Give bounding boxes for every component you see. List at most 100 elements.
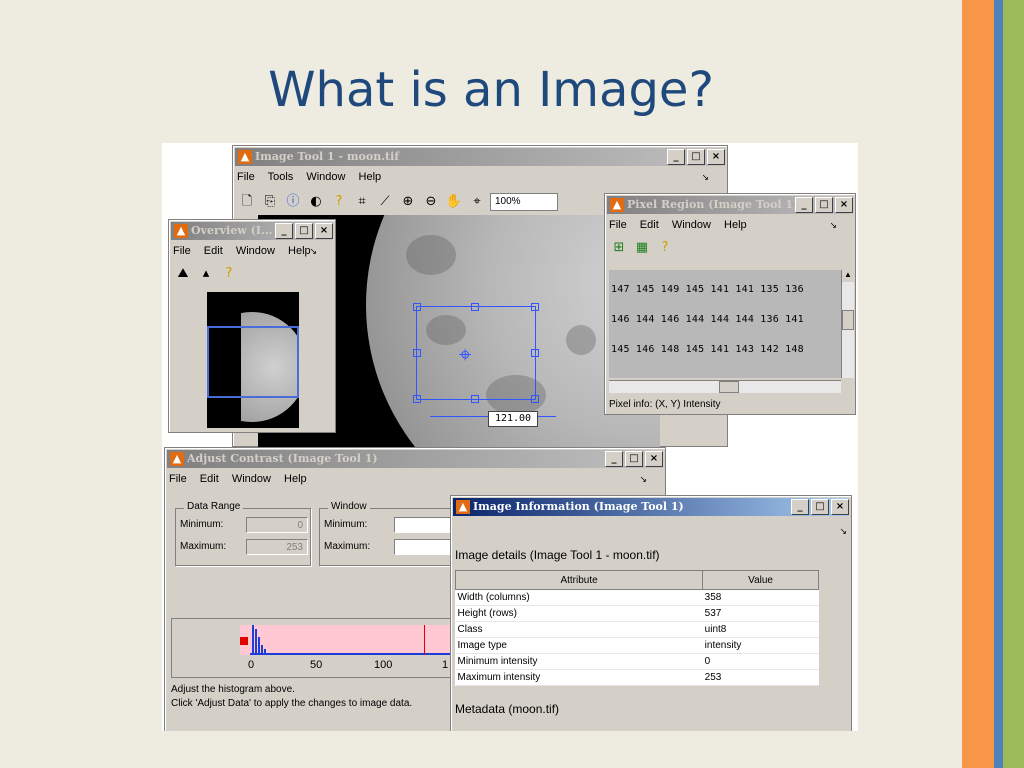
roi-handle[interactable] <box>531 303 539 311</box>
roi-handle[interactable] <box>413 395 421 403</box>
maximize-button[interactable]: □ <box>687 149 705 165</box>
pixel-row: 147 145 149 145 141 141 135 136 <box>611 284 804 295</box>
table-row[interactable]: Image type intensity <box>455 637 819 654</box>
pixel-grid-add-icon[interactable]: ⊞ <box>609 238 629 258</box>
image-info-table: Attribute Value Width (columns) 358 Heigh… <box>454 570 819 686</box>
menu-window[interactable]: Window <box>306 171 345 183</box>
menu-window[interactable]: Window <box>672 219 711 231</box>
menu-file[interactable]: File <box>173 245 191 257</box>
table-row[interactable]: Height (rows) 537 <box>455 605 819 622</box>
minimize-button[interactable]: _ <box>605 451 623 467</box>
close-button[interactable]: × <box>831 499 849 515</box>
histogram-right-marker[interactable] <box>424 625 425 655</box>
roi-handle[interactable] <box>413 349 421 357</box>
value-cell: 358 <box>702 589 819 606</box>
scroll-thumb[interactable] <box>719 381 739 393</box>
pixel-grid-icon[interactable]: ▦ <box>632 238 652 258</box>
overview-title: Overview (I... <box>191 224 273 237</box>
scroll-up-icon[interactable]: ▲ <box>842 270 854 282</box>
menu-help[interactable]: Help <box>284 473 307 485</box>
contrast-icon[interactable]: ◐ <box>306 192 326 212</box>
scroll-thumb[interactable] <box>842 310 854 330</box>
overview-viewport-rect[interactable] <box>207 326 299 398</box>
dock-arrow-icon[interactable]: ↘ <box>839 526 847 537</box>
dock-arrow-icon[interactable]: ↘ <box>639 470 647 488</box>
new-document-icon[interactable]: 🗋 <box>237 192 257 212</box>
table-row[interactable]: Minimum intensity 0 <box>455 653 819 670</box>
maximize-button[interactable]: □ <box>811 499 829 515</box>
menu-file[interactable]: File <box>609 219 627 231</box>
menu-window[interactable]: Window <box>236 245 275 257</box>
menu-help[interactable]: Help <box>288 245 311 257</box>
help-icon[interactable]: ? <box>329 192 349 212</box>
histogram-baseline <box>250 653 472 655</box>
adjust-contrast-titlebar[interactable]: ▲ Adjust Contrast (Image Tool 1) _ □ × <box>167 450 663 468</box>
close-button[interactable]: × <box>707 149 725 165</box>
menu-help[interactable]: Help <box>724 219 747 231</box>
close-button[interactable]: × <box>835 197 853 213</box>
table-row[interactable]: Class uint8 <box>455 621 819 638</box>
menu-file[interactable]: File <box>169 473 187 485</box>
export-icon[interactable]: ⎘ <box>260 192 280 212</box>
roi-handle[interactable] <box>471 395 479 403</box>
zoom-out-icon[interactable]: ⊖ <box>421 192 441 212</box>
menu-window[interactable]: Window <box>232 473 271 485</box>
pixel-value-grid[interactable]: 147 145 149 145 141 141 135 136 146 144 … <box>609 270 843 378</box>
horizontal-scrollbar[interactable] <box>609 380 841 393</box>
zoom-level-field[interactable]: 100% <box>490 193 558 211</box>
attribute-cell: Maximum intensity <box>455 669 703 686</box>
mountain-large-icon[interactable]: ⛰ <box>173 264 193 284</box>
zoom-in-icon[interactable]: ⊕ <box>398 192 418 212</box>
data-range-min-field: 0 <box>246 517 308 533</box>
histogram-left-marker[interactable] <box>240 637 248 645</box>
column-header-attribute[interactable]: Attribute <box>454 570 704 590</box>
roi-handle[interactable] <box>531 395 539 403</box>
column-header-value[interactable]: Value <box>702 570 819 590</box>
close-button[interactable]: × <box>315 223 333 239</box>
maximize-button[interactable]: □ <box>295 223 313 239</box>
window-max-label: Maximum: <box>324 541 371 552</box>
minimize-button[interactable]: _ <box>795 197 813 213</box>
dock-arrow-icon[interactable]: ↘ <box>701 168 709 186</box>
roi-handle[interactable] <box>471 303 479 311</box>
dock-arrow-icon[interactable]: ↘ <box>309 242 317 260</box>
menu-file[interactable]: File <box>237 171 255 183</box>
roi-handle[interactable] <box>413 303 421 311</box>
minimize-button[interactable]: _ <box>791 499 809 515</box>
table-row[interactable]: Maximum intensity 253 <box>455 669 819 686</box>
minimize-button[interactable]: _ <box>275 223 293 239</box>
attribute-cell: Minimum intensity <box>455 653 703 670</box>
menu-help[interactable]: Help <box>359 171 382 183</box>
pixel-region-menubar: File Edit Window Help ↘ <box>609 216 851 234</box>
mountain-small-icon[interactable]: ▴ <box>196 264 216 284</box>
image-information-titlebar[interactable]: ▲ Image Information (Image Tool 1) _ □ × <box>453 498 849 516</box>
overview-thumbnail[interactable] <box>207 292 299 428</box>
roi-handle[interactable] <box>531 349 539 357</box>
menu-edit[interactable]: Edit <box>200 473 219 485</box>
vertical-scrollbar[interactable]: ▲ <box>841 270 854 378</box>
menu-edit[interactable]: Edit <box>640 219 659 231</box>
help-icon[interactable]: ? <box>219 264 239 284</box>
menu-edit[interactable]: Edit <box>204 245 223 257</box>
image-tool-titlebar[interactable]: ▲ Image Tool 1 - moon.tif _ □ × <box>235 148 725 166</box>
table-row[interactable]: Width (columns) 358 <box>455 589 819 606</box>
histogram-panel[interactable]: 0 50 100 1 <box>171 618 473 678</box>
maximize-button[interactable]: □ <box>815 197 833 213</box>
menu-tools[interactable]: Tools <box>268 171 294 183</box>
crop-icon[interactable]: ⌗ <box>352 192 372 212</box>
pixel-row: 146 144 146 144 144 144 136 141 <box>611 314 804 325</box>
pan-hand-icon[interactable]: ✋ <box>444 192 464 212</box>
help-icon[interactable]: ? <box>655 238 675 258</box>
pixel-region-icon[interactable]: ⌖ <box>467 192 487 212</box>
minimize-button[interactable]: _ <box>667 149 685 165</box>
dock-arrow-icon[interactable]: ↘ <box>829 216 837 234</box>
overview-titlebar[interactable]: ▲ Overview (I... _ □ × <box>171 222 333 240</box>
close-button[interactable]: × <box>645 451 663 467</box>
histogram-plot[interactable] <box>240 625 472 655</box>
overview-toolbar: ⛰ ▴ ? <box>173 262 331 286</box>
info-icon[interactable]: ⓘ <box>283 192 303 212</box>
maximize-button[interactable]: □ <box>625 451 643 467</box>
pixel-region-titlebar[interactable]: ▲ Pixel Region (Image Tool 1) _ □ × <box>607 196 853 214</box>
measure-distance-icon[interactable]: ⟋ <box>375 192 395 212</box>
roi-rectangle[interactable]: ⌖ <box>413 303 539 403</box>
